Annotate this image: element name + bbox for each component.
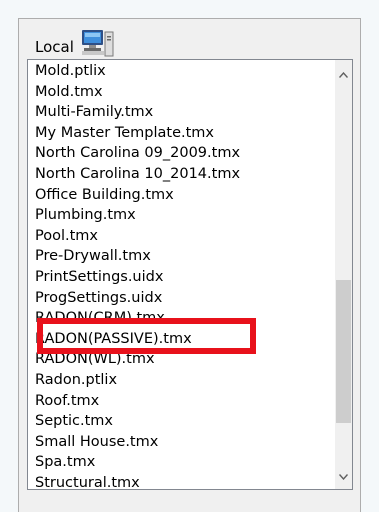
file-browser-panel: Local Mold.ptlix Mold.tmx Multi-Family.t… xyxy=(18,18,361,512)
list-item[interactable]: Small House.tmx xyxy=(28,432,336,453)
file-list: Mold.ptlix Mold.tmx Multi-Family.tmx My … xyxy=(28,60,336,489)
list-item[interactable]: Plumbing.tmx xyxy=(28,205,336,226)
chevron-up-icon xyxy=(339,71,348,78)
list-item[interactable]: RADON(PASSIVE).tmx xyxy=(28,329,336,350)
list-item[interactable]: Multi-Family.tmx xyxy=(28,102,336,123)
list-item[interactable]: Spa.tmx xyxy=(28,452,336,473)
location-header: Local xyxy=(35,29,115,59)
list-item[interactable]: North Carolina 10_2014.tmx xyxy=(28,164,336,185)
list-item[interactable]: RADON(CRM).tmx xyxy=(28,308,336,329)
list-item[interactable]: RADON(WL).tmx xyxy=(28,349,336,370)
vertical-scrollbar[interactable] xyxy=(335,60,352,489)
list-item[interactable]: Roof.tmx xyxy=(28,391,336,412)
location-label: Local xyxy=(35,38,74,56)
list-item[interactable]: Pre-Drywall.tmx xyxy=(28,246,336,267)
scroll-up-button[interactable] xyxy=(335,66,352,83)
list-item[interactable]: Office Building.tmx xyxy=(28,185,336,206)
list-item[interactable]: North Carolina 09_2009.tmx xyxy=(28,143,336,164)
list-item[interactable]: Pool.tmx xyxy=(28,226,336,247)
list-item[interactable]: Mold.ptlix xyxy=(28,61,336,82)
list-item[interactable]: Mold.tmx xyxy=(28,82,336,103)
computer-icon xyxy=(81,28,115,60)
list-item[interactable]: Structural.tmx xyxy=(28,473,336,489)
list-item-selected[interactable]: PrintSettings.uidx xyxy=(28,267,336,288)
file-listbox[interactable]: Mold.ptlix Mold.tmx Multi-Family.tmx My … xyxy=(27,59,353,490)
list-item[interactable]: ProgSettings.uidx xyxy=(28,288,336,309)
list-item[interactable]: Radon.ptlix xyxy=(28,370,336,391)
scroll-thumb[interactable] xyxy=(336,280,351,423)
list-item[interactable]: Septic.tmx xyxy=(28,411,336,432)
list-item[interactable]: My Master Template.tmx xyxy=(28,123,336,144)
scroll-down-button[interactable] xyxy=(335,468,352,485)
chevron-down-icon xyxy=(339,473,348,480)
